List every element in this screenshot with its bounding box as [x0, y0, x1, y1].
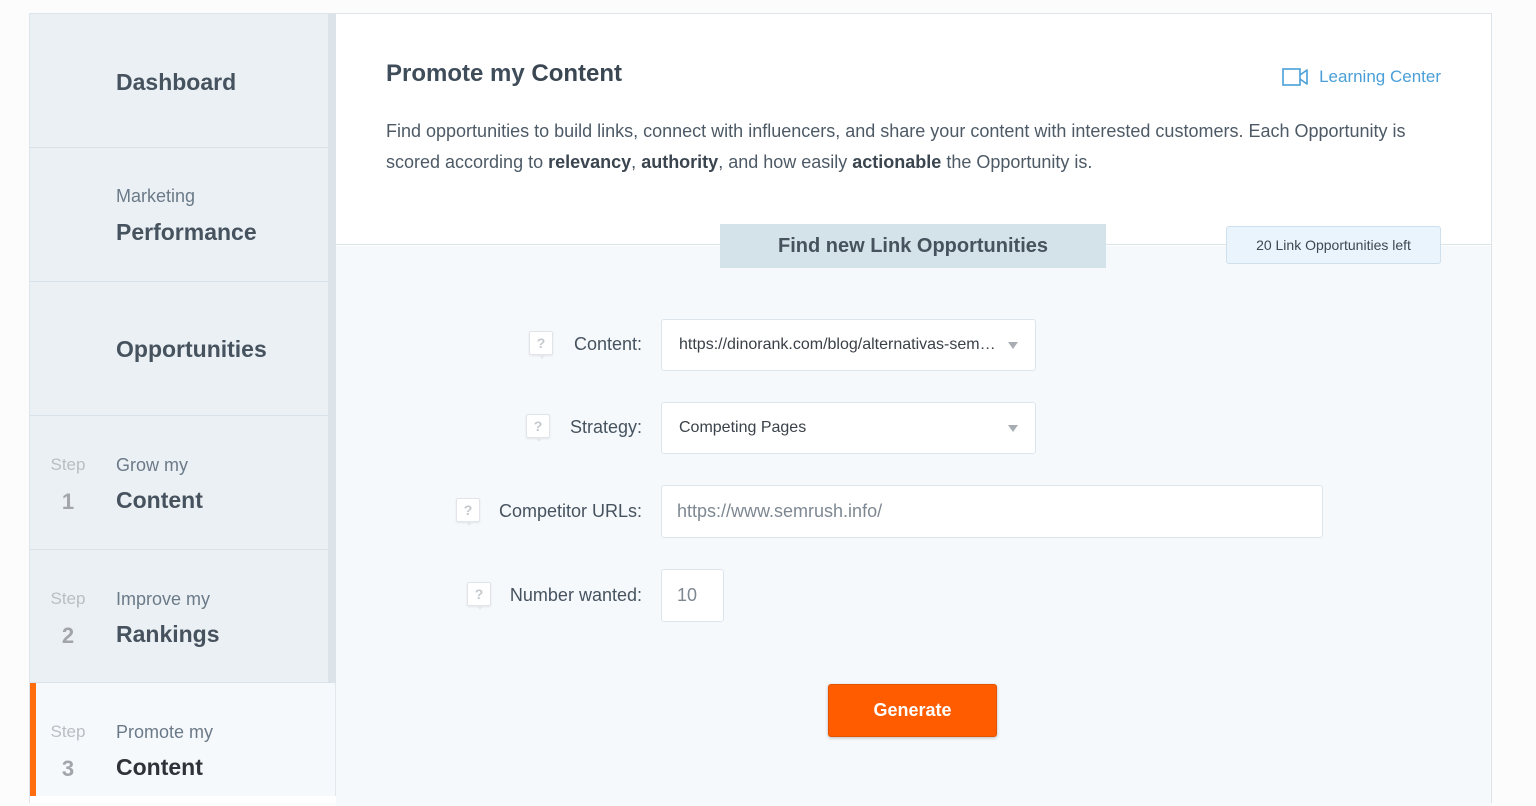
strategy-select-value: Competing Pages [679, 419, 807, 436]
content-select[interactable]: https://dinorank.com/blog/alternativas-s… [661, 319, 1036, 371]
number-wanted-value: 10 [677, 585, 698, 605]
generate-button[interactable]: Generate [828, 684, 997, 737]
number-wanted-label: Number wanted: [509, 585, 642, 605]
sidebar-item-marketing-performance[interactable]: Marketing Performance [30, 148, 336, 282]
sidebar-item-opportunities[interactable]: Opportunities [30, 282, 336, 416]
description-text: , and how easily [718, 152, 853, 172]
sidebar-item-label: Opportunities [116, 336, 267, 362]
sidebar-item-sublabel: Improve my [116, 589, 211, 609]
sidebar-item-sublabel: Promote my [116, 722, 214, 742]
competitor-urls-value: https://www.semrush.info/ [677, 501, 883, 521]
video-camera-icon [1282, 67, 1309, 87]
number-wanted-input[interactable]: 10 [661, 569, 724, 622]
sidebar-item-label: Performance [116, 219, 257, 245]
sidebar-item-label: Dashboard [116, 69, 237, 95]
help-icon[interactable]: ? [456, 498, 480, 526]
page-title: Promote my Content [386, 60, 622, 88]
content-select-value: https://dinorank.com/blog/alternativas-s… [679, 336, 996, 353]
strategy-select[interactable]: Competing Pages [661, 402, 1036, 454]
content-label: Content: [573, 334, 642, 354]
chevron-down-icon [1008, 425, 1018, 432]
competitor-urls-label: Competitor URLs: [498, 501, 642, 521]
help-icon[interactable]: ? [467, 582, 491, 610]
page-title-prefix: Promote my [386, 60, 525, 87]
step-number: 2 [61, 623, 75, 648]
description-text: the Opportunity is. [941, 152, 1093, 172]
sidebar-item-sublabel: Grow my [116, 455, 188, 475]
competitor-urls-input[interactable]: https://www.semrush.info/ [661, 485, 1323, 538]
active-indicator [30, 683, 36, 796]
sidebar: Dashboard Marketing Performance Opportun… [30, 14, 336, 796]
step-label: Step [50, 455, 86, 474]
step-label: Step [50, 589, 86, 608]
page-title-bold: Content [531, 60, 623, 87]
sidebar-item-label: Content [116, 487, 203, 513]
sidebar-item-label: Rankings [116, 621, 220, 647]
description-text: , [631, 152, 642, 172]
step-number: 3 [61, 756, 75, 781]
step-label: Step [50, 722, 86, 741]
step-number: 1 [61, 489, 75, 514]
remaining-opportunities-badge: 20 Link Opportunities left [1226, 226, 1441, 264]
sidebar-item-sublabel: Marketing [116, 186, 196, 206]
sidebar-item-step-1[interactable]: Step 1 Grow my Content [30, 416, 336, 550]
description-emphasis: relevancy [548, 152, 632, 172]
main-panel: Promote my Content Learning Center Find … [336, 14, 1491, 806]
description-emphasis: actionable [852, 152, 942, 172]
learning-center-link[interactable]: Learning Center [1282, 67, 1441, 87]
find-opportunities-tab[interactable]: Find new Link Opportunities [720, 224, 1106, 268]
sidebar-item-dashboard[interactable]: Dashboard [30, 14, 336, 148]
learning-center-label: Learning Center [1319, 67, 1441, 86]
sidebar-item-step-3-active[interactable]: Step 3 Promote my Content [30, 683, 336, 796]
page-description: Find opportunities to build links, conne… [386, 116, 1456, 178]
chevron-down-icon [1008, 342, 1018, 349]
page-header: Promote my Content Learning Center Find … [336, 14, 1491, 245]
strategy-label: Strategy: [569, 417, 642, 437]
app-frame: Dashboard Marketing Performance Opportun… [29, 13, 1492, 806]
sidebar-item-label: Content [116, 754, 203, 780]
description-emphasis: authority [641, 152, 719, 172]
sidebar-item-step-2[interactable]: Step 2 Improve my Rankings [30, 550, 336, 683]
